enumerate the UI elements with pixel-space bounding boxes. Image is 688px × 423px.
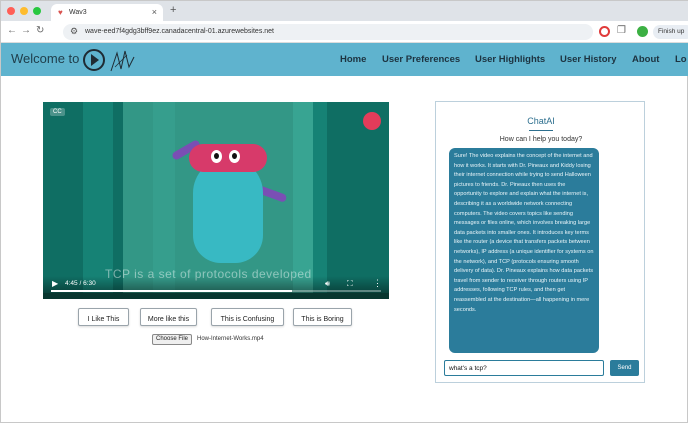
channel-logo-icon	[363, 112, 381, 130]
extensions-icon[interactable]: ❐	[617, 25, 626, 36]
address-bar-row: ← → ↻ ⚙ wave-eed7f4gdg3bff9ez.canadacent…	[1, 21, 688, 43]
nav-user-history-link[interactable]: User History	[560, 54, 617, 65]
chat-title-divider	[529, 130, 553, 131]
video-player[interactable]: CC TCP is a set of protocols developed ▶…	[43, 102, 389, 299]
nav-user-highlights-link[interactable]: User Highlights	[475, 54, 545, 65]
chat-input[interactable]	[444, 360, 604, 376]
more-like-this-button[interactable]: More like this	[140, 308, 197, 326]
selected-filename: How-Internet-Works.mp4	[197, 336, 264, 342]
nav-about-link[interactable]: About	[632, 54, 659, 65]
url-text: wave-eed7f4gdg3bff9ez.canadacentral-01.a…	[85, 28, 274, 35]
tab-strip: ♥ Wav3 × +	[1, 1, 688, 21]
window-close-button[interactable]	[7, 7, 15, 15]
browser-window: ♥ Wav3 × + ← → ↻ ⚙ wave-eed7f4gdg3bff9ez…	[0, 0, 688, 423]
window-minimize-button[interactable]	[20, 7, 28, 15]
confusing-button[interactable]: This is Confusing	[211, 308, 284, 326]
more-options-icon[interactable]: ⋮	[373, 278, 382, 289]
site-favicon-icon: ♥	[58, 8, 63, 17]
like-button[interactable]: I Like This	[78, 308, 129, 326]
new-tab-icon[interactable]: +	[170, 4, 176, 16]
tab-title: Wav3	[69, 9, 87, 16]
fullscreen-icon[interactable]: ⛶	[347, 279, 353, 289]
window-maximize-button[interactable]	[33, 7, 41, 15]
chat-response-bubble: Sure! The video explains the concept of …	[449, 148, 599, 353]
profile-icon[interactable]	[637, 26, 648, 37]
character-headband	[189, 144, 267, 172]
brush-sketch-icon	[110, 50, 135, 72]
nav-user-preferences-link[interactable]: User Preferences	[382, 54, 460, 65]
video-progress-fill	[51, 290, 292, 292]
site-info-icon[interactable]: ⚙	[70, 26, 78, 37]
chat-greeting: How can I help you today?	[499, 136, 583, 143]
nav-login-link[interactable]: Lo	[675, 54, 687, 65]
url-field[interactable]: ⚙ wave-eed7f4gdg3bff9ez.canadacentral-01…	[63, 24, 593, 40]
opera-icon[interactable]	[599, 26, 610, 37]
forward-icon[interactable]: →	[21, 25, 31, 36]
character-eye	[229, 150, 240, 163]
video-progress-track[interactable]	[51, 290, 381, 292]
chat-panel: ChatAI How can I help you today? Sure! T…	[435, 101, 645, 383]
captions-badge: CC	[50, 108, 65, 116]
back-icon[interactable]: ←	[7, 25, 17, 36]
choose-file-button[interactable]: Choose File	[152, 334, 193, 345]
boring-button[interactable]: This is Boring	[293, 308, 352, 326]
play-icon[interactable]: ▶	[52, 279, 58, 288]
cartoon-character	[193, 158, 263, 263]
tab-close-icon[interactable]: ×	[152, 7, 157, 17]
volume-icon[interactable]: 🔊︎	[325, 279, 330, 289]
finish-up-button[interactable]: Finish up	[653, 25, 688, 39]
video-time: 4:45 / 6:30	[65, 280, 96, 287]
site-navbar: Welcome to Home User Preferences User Hi…	[1, 43, 688, 76]
brand-text: Welcome to	[11, 51, 80, 66]
video-bottom-band	[43, 293, 389, 299]
reload-icon[interactable]: ↻	[36, 25, 44, 36]
chat-title: ChatAI	[527, 116, 555, 126]
play-logo-icon[interactable]	[83, 49, 105, 71]
browser-tab[interactable]: ♥ Wav3 ×	[51, 4, 163, 21]
nav-home-link[interactable]: Home	[340, 54, 366, 65]
send-button[interactable]: Send	[610, 360, 639, 376]
character-eye	[211, 150, 222, 163]
